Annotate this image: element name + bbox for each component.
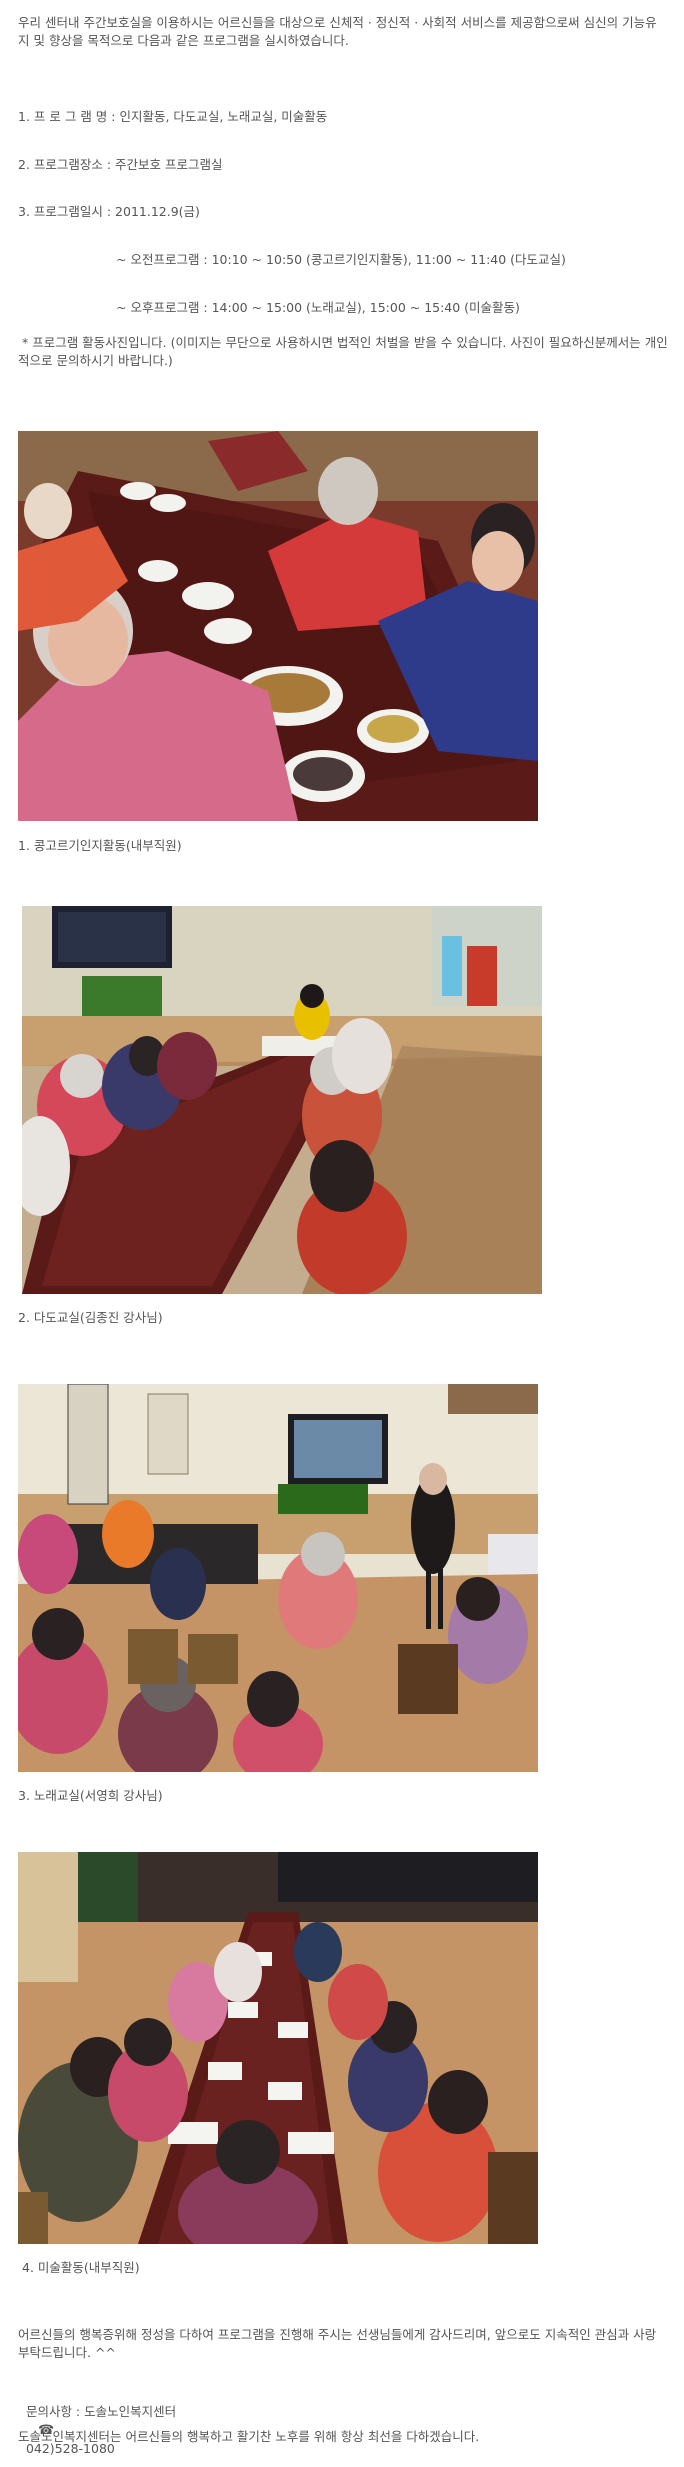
photo-caption: 4. 미술활동(내부직원) xyxy=(22,2260,140,2275)
intro-paragraph: 우리 센터내 주간보호실을 이용하시는 어르신들을 대상으로 신체적 · 정신적… xyxy=(18,15,657,48)
closing-paragraph: 어르신들의 행복증위해 정성을 다하여 프로그램을 진행해 주시는 선생님들에게… xyxy=(18,2327,661,2360)
photo-caption: 3. 노래교실(서영희 강사님) xyxy=(18,1788,163,1803)
footer-text: 도솔노인복지센터는 어르신들의 행복하고 활기찬 노후를 위해 항상 최선을 다… xyxy=(18,2429,480,2444)
contact-label: 문의사항 : 도솔노인복지센터 xyxy=(25,2404,177,2419)
photo-bean-sorting xyxy=(18,431,538,821)
photo-caption: 2. 다도교실(김종진 강사님) xyxy=(18,1310,163,1325)
program-date: 3. 프로그램일시 : 2011.12.9(금) xyxy=(18,204,200,219)
photo-caption: 1. 콩고르기인지활동(내부직원) xyxy=(18,838,182,853)
photo-tea-class xyxy=(22,906,542,1294)
morning-schedule: ~ 오전프로그램 : 10:10 ~ 10:50 (콩고르기인지활동), 11:… xyxy=(116,252,566,267)
photo-art-activity xyxy=(18,1852,538,2244)
program-place: 2. 프로그램장소 : 주간보호 프로그램실 xyxy=(18,157,223,172)
program-name: 1. 프 로 그 램 명 : 인지활동, 다도교실, 노래교실, 미술활동 xyxy=(18,109,328,124)
afternoon-schedule: ~ 오후프로그램 : 14:00 ~ 15:00 (노래교실), 15:00 ~… xyxy=(116,300,520,315)
contact-line: 문의사항 : 도솔노인복지센터 ☎ 042)528-1080 xyxy=(18,2385,668,2458)
photo-singing-class xyxy=(18,1384,538,1772)
photo-notice: * 프로그램 활동사진입니다. (이미지는 무단으로 사용하시면 법적인 처벌을… xyxy=(18,335,668,368)
